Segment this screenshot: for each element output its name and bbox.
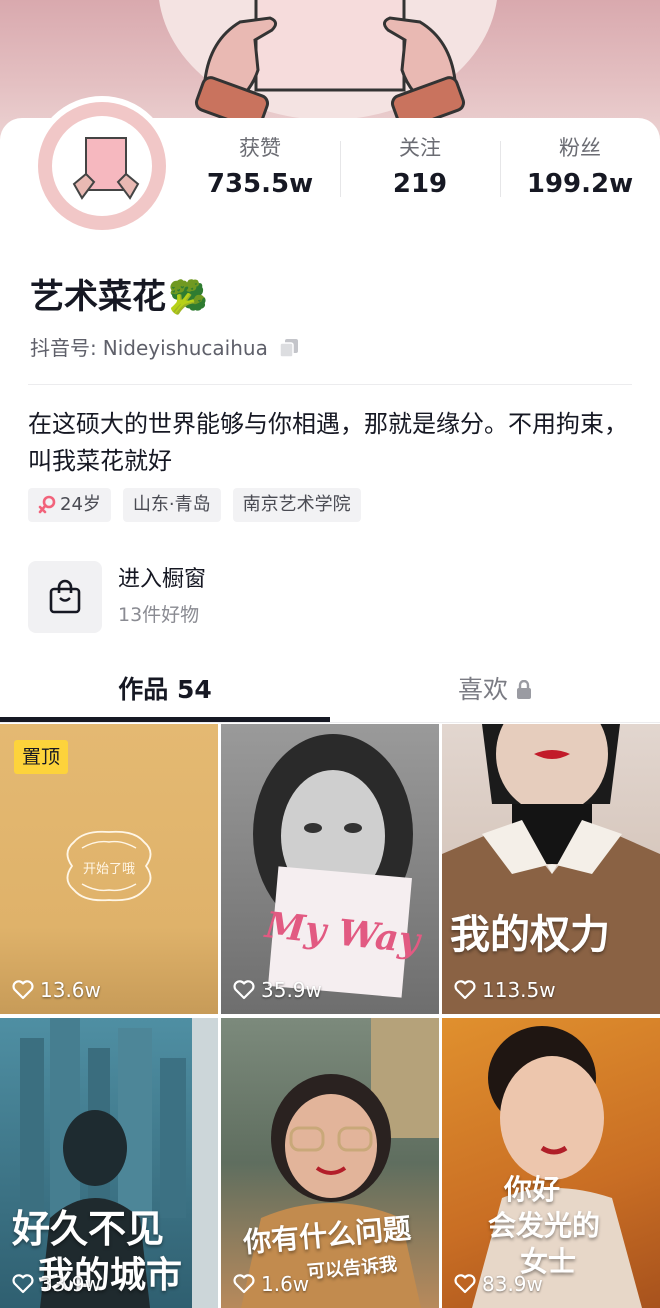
tabs-divider — [0, 722, 660, 723]
video-likes-count: 1.6w — [261, 1272, 310, 1296]
stat-value: 219 — [392, 169, 448, 199]
tag-school-text: 南京艺术学院 — [242, 494, 351, 515]
tab-works-label: 作品 54 — [118, 675, 212, 704]
tab-works[interactable]: 作品 54 — [0, 662, 330, 718]
stat-label: 获赞 — [239, 136, 281, 160]
video-likes: 35.9w — [233, 976, 322, 1004]
video-likes: 1.6w — [233, 1270, 309, 1298]
stat-followers[interactable]: 粉丝 199.2w — [500, 135, 660, 205]
video-likes-count: 33.9w — [40, 1272, 101, 1296]
tag-school: 南京艺术学院 — [232, 488, 361, 522]
video-likes: 33.9w — [12, 1270, 101, 1298]
douyin-id-label: 抖音号: — [30, 336, 97, 360]
video-thumbnail — [253, 734, 413, 998]
video-tile[interactable]: 我的权力 113.5w — [442, 724, 660, 1014]
profile-name: 艺术菜花 🥦 — [30, 272, 208, 322]
tag-location-text: 山东·青岛 — [132, 494, 211, 515]
video-tile[interactable]: 你有什么问题 可以告诉我 1.6w — [221, 1018, 439, 1308]
stat-label: 关注 — [399, 136, 441, 160]
video-grid: 置顶 开始了哦 13.6w My Way 35.9w 我的权力 113.5w 好… — [0, 724, 660, 1308]
video-likes-count: 35.9w — [261, 978, 322, 1002]
tag-age: 24岁 — [28, 488, 111, 522]
shop-title: 进入橱窗 — [118, 567, 207, 592]
profile-bio: 在这硕大的世界能够与你相遇，那就是缘分。不用拘束，叫我菜花就好 — [28, 410, 628, 475]
shop-window-entry[interactable]: 进入橱窗 13件好物 — [28, 561, 206, 633]
stat-value: 199.2w — [526, 169, 634, 199]
avatar[interactable] — [32, 96, 172, 236]
female-icon — [38, 495, 56, 515]
avatar-illustration — [52, 116, 152, 216]
video-likes-count: 13.6w — [40, 978, 101, 1002]
douyin-id: 抖音号: Nideyishucaihua — [30, 334, 300, 362]
video-likes: 83.9w — [454, 1270, 543, 1298]
video-likes: 13.6w — [12, 976, 101, 1004]
video-caption-line: 会发光的 — [488, 1209, 601, 1242]
heart-icon — [454, 980, 476, 1000]
video-likes-count: 83.9w — [482, 1272, 543, 1296]
stat-label: 粉丝 — [559, 136, 601, 160]
video-likes: 113.5w — [454, 976, 556, 1004]
heart-icon — [454, 1274, 476, 1294]
heart-icon — [12, 980, 34, 1000]
divider — [28, 384, 632, 385]
video-thumbnail — [442, 724, 660, 1014]
video-tile[interactable]: 你好 会发光的 女士 83.9w — [442, 1018, 660, 1308]
broccoli-emoji: 🥦 — [168, 278, 208, 316]
video-caption: 我的权力 — [450, 911, 610, 958]
content-tabs: 作品 54 喜欢 — [0, 662, 660, 724]
heart-icon — [233, 980, 255, 1000]
profile-tags: 24岁 山东·青岛 南京艺术学院 — [28, 488, 361, 522]
heart-icon — [12, 1274, 34, 1294]
stat-following[interactable]: 关注 219 — [340, 135, 500, 205]
tag-location: 山东·青岛 — [122, 488, 221, 522]
video-caption-line: 好久不见 — [12, 1206, 165, 1251]
douyin-id-value: Nideyishucaihua — [102, 336, 268, 360]
video-caption-line: 你好 — [504, 1173, 561, 1206]
video-tile[interactable]: 好久不见 我的城市 33.9w — [0, 1018, 218, 1308]
profile-name-text: 艺术菜花 — [30, 277, 166, 317]
tag-age-text: 24岁 — [60, 494, 101, 515]
video-likes-count: 113.5w — [482, 978, 556, 1002]
copy-icon[interactable] — [278, 337, 300, 359]
shop-text: 进入橱窗 13件好物 — [118, 565, 206, 629]
profile-stats: 获赞 735.5w 关注 219 粉丝 199.2w — [180, 135, 660, 205]
stat-likes-received[interactable]: 获赞 735.5w — [180, 135, 340, 205]
shopping-bag-icon — [28, 561, 102, 633]
stat-value: 735.5w — [206, 169, 314, 199]
tab-likes[interactable]: 喜欢 — [330, 662, 660, 718]
heart-icon — [233, 1274, 255, 1294]
video-tile[interactable]: 置顶 开始了哦 13.6w — [0, 724, 218, 1014]
lock-icon — [516, 680, 532, 700]
shop-subtitle: 13件好物 — [118, 604, 200, 626]
tab-likes-label: 喜欢 — [457, 675, 508, 704]
video-caption: 开始了哦 — [82, 862, 135, 877]
video-tile[interactable]: My Way 35.9w — [221, 724, 439, 1014]
